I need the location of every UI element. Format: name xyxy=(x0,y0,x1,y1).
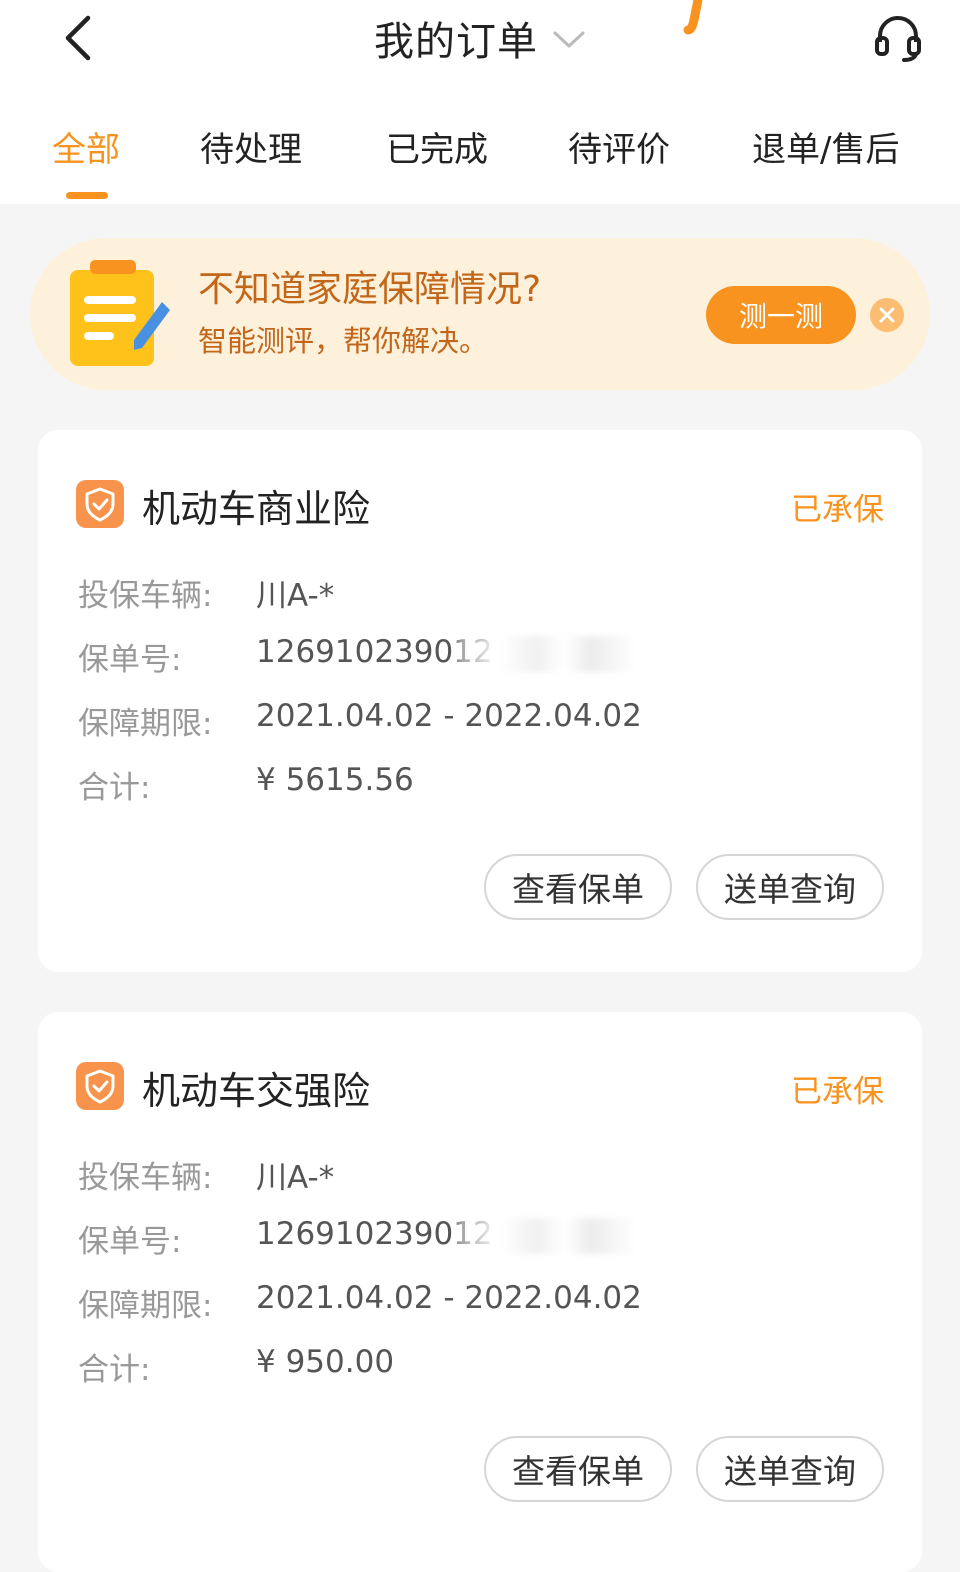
tab-to-review[interactable]: 待评价 xyxy=(568,122,670,171)
shield-icon xyxy=(76,480,124,528)
banner-subtitle: 智能测评，帮你解决。 xyxy=(198,324,489,358)
redaction-blur xyxy=(456,636,636,672)
active-tab-indicator xyxy=(66,192,108,199)
vehicle-label: 投保车辆: xyxy=(78,1160,213,1196)
total-label: 合计: xyxy=(78,770,151,806)
coverage-period-value: 2021.04.02 - 2022.04.02 xyxy=(256,1280,642,1316)
shield-icon xyxy=(76,1062,124,1110)
vehicle-value: 川A-* xyxy=(256,578,335,614)
banner-close-button[interactable] xyxy=(870,298,904,332)
delivery-query-button[interactable]: 送单查询 xyxy=(696,854,884,920)
view-policy-button[interactable]: 查看保单 xyxy=(484,1436,672,1502)
chevron-down-icon xyxy=(553,31,585,48)
assess-button[interactable]: 测一测 xyxy=(706,286,856,344)
order-title: 机动车商业险 xyxy=(142,487,371,531)
notepad-pencil-icon xyxy=(70,260,170,366)
coverage-period-label: 保障期限: xyxy=(78,1288,213,1324)
policy-number-label: 保单号: xyxy=(78,1224,182,1260)
customer-service-button[interactable] xyxy=(866,6,930,70)
top-bar: 我的订单 全部 待处理 已完成 待评价 退单/售后 xyxy=(0,0,960,204)
banner-title: 不知道家庭保障情况? xyxy=(198,269,542,310)
status-badge: 已承保 xyxy=(791,492,884,528)
view-policy-button[interactable]: 查看保单 xyxy=(484,854,672,920)
page-title: 我的订单 xyxy=(374,19,538,65)
vehicle-label: 投保车辆: xyxy=(78,578,213,614)
total-label: 合计: xyxy=(78,1352,151,1388)
headset-icon xyxy=(875,16,921,62)
coverage-period-value: 2021.04.02 - 2022.04.02 xyxy=(256,698,642,734)
order-tabs: 全部 待处理 已完成 待评价 退单/售后 xyxy=(0,110,960,199)
pen-mark-decoration xyxy=(683,0,703,35)
close-icon xyxy=(879,307,895,323)
order-card[interactable]: 机动车商业险 已承保 投保车辆: 川A-* 保单号: 126910239012 … xyxy=(38,430,922,972)
tab-refund-aftersale[interactable]: 退单/售后 xyxy=(752,122,899,171)
order-card[interactable]: 机动车交强险 已承保 投保车辆: 川A-* 保单号: 126910239012 … xyxy=(38,1012,922,1572)
order-title: 机动车交强险 xyxy=(142,1069,371,1113)
policy-number-label: 保单号: xyxy=(78,642,182,678)
assessment-banner[interactable]: 不知道家庭保障情况? 智能测评，帮你解决。 测一测 xyxy=(30,238,930,390)
delivery-query-button[interactable]: 送单查询 xyxy=(696,1436,884,1502)
tab-pending[interactable]: 待处理 xyxy=(200,122,302,171)
coverage-period-label: 保障期限: xyxy=(78,706,213,742)
title-dropdown[interactable]: 我的订单 xyxy=(0,8,960,68)
total-value: ¥ 5615.56 xyxy=(256,762,414,798)
total-value: ¥ 950.00 xyxy=(256,1344,395,1380)
tab-all[interactable]: 全部 xyxy=(52,122,120,171)
vehicle-value: 川A-* xyxy=(256,1160,335,1196)
status-badge: 已承保 xyxy=(791,1074,884,1110)
tab-completed[interactable]: 已完成 xyxy=(386,122,488,171)
redaction-blur xyxy=(456,1218,636,1254)
